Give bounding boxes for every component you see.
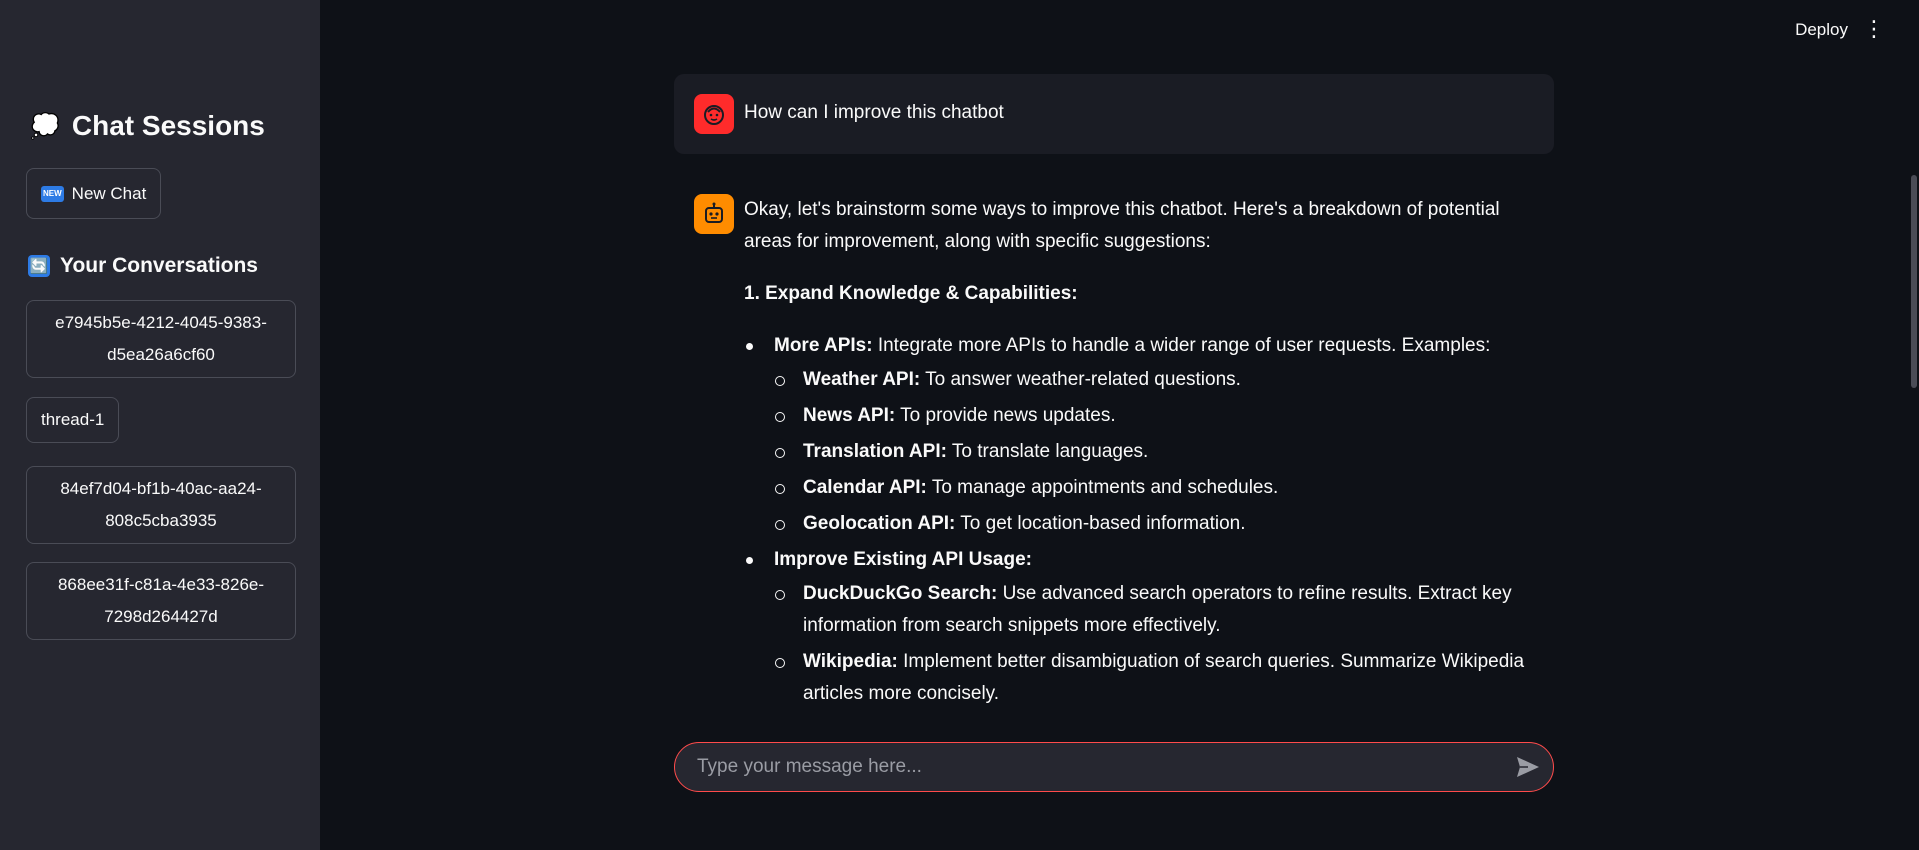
conversation-item[interactable]: thread-1 — [26, 397, 120, 443]
conversation-label: thread-1 — [41, 410, 105, 429]
conversation-label: 868ee31f-c81a-4e33-826e- 7298d264427d — [57, 575, 265, 626]
conversation-label: e7945b5e-4212-4045-9383- d5ea26a6cf60 — [55, 313, 267, 364]
assistant-intro: Okay, let's brainstorm some ways to impr… — [744, 199, 1500, 252]
list-item: Translation API: To translate languages. — [774, 436, 1544, 468]
sidebar-title-text: Chat Sessions — [71, 110, 265, 141]
list-item: DuckDuckGo Search: Use advanced search o… — [774, 578, 1544, 642]
list-item: Improve Existing API Usage: DuckDuckGo S… — [744, 544, 1544, 710]
sidebar-title: 💭 Chat Sessions — [30, 110, 265, 142]
user-avatar-icon — [694, 94, 734, 134]
sub-list: DuckDuckGo Search: Use advanced search o… — [774, 578, 1544, 710]
conversation-item[interactable]: e7945b5e-4212-4045-9383- d5ea26a6cf60 — [26, 300, 296, 378]
thought-bubble-icon: 💭 — [30, 112, 60, 140]
conversation-item[interactable]: 84ef7d04-bf1b-40ac-aa24- 808c5cba3935 — [26, 466, 296, 544]
send-icon[interactable] — [1515, 755, 1541, 779]
chat-input[interactable] — [697, 743, 1497, 790]
conversation-item[interactable]: 868ee31f-c81a-4e33-826e- 7298d264427d — [26, 562, 296, 640]
user-message: How can I improve this chatbot — [674, 74, 1554, 154]
chat-input-container — [674, 742, 1554, 792]
bot-avatar-icon — [694, 194, 734, 234]
user-message-text: How can I improve this chatbot — [744, 102, 1004, 123]
conversations-heading: 🔄 Your Conversations — [28, 254, 258, 278]
list-item: Weather API: To answer weather-related q… — [774, 364, 1544, 396]
conversations-heading-text: Your Conversations — [60, 254, 258, 277]
list-item: More APIs: Integrate more APIs to handle… — [744, 330, 1544, 540]
sub-list: Weather API: To answer weather-related q… — [774, 364, 1544, 540]
list-item: News API: To provide news updates. — [774, 400, 1544, 432]
section-heading: 1. Expand Knowledge & Capabilities: — [744, 283, 1078, 304]
sidebar: 💭 Chat Sessions NEW New Chat 🔄 Your Conv… — [0, 0, 320, 850]
new-icon: NEW — [41, 185, 64, 202]
list-item: Wikipedia: Implement better disambiguati… — [774, 646, 1544, 710]
conversation-label: 84ef7d04-bf1b-40ac-aa24- 808c5cba3935 — [60, 479, 262, 530]
assistant-message-body: Okay, let's brainstorm some ways to impr… — [744, 194, 1544, 714]
new-chat-label: New Chat — [71, 183, 147, 203]
deploy-button[interactable]: Deploy — [1795, 20, 1848, 40]
new-chat-button[interactable]: NEW New Chat — [26, 168, 162, 219]
list-item: Calendar API: To manage appointments and… — [774, 472, 1544, 504]
suggestion-list: More APIs: Integrate more APIs to handle… — [744, 330, 1544, 710]
scrollbar[interactable] — [1911, 175, 1917, 388]
list-item: Geolocation API: To get location-based i… — [774, 508, 1544, 540]
refresh-icon: 🔄 — [28, 255, 50, 277]
more-menu-icon[interactable]: ⋮ — [1863, 18, 1885, 40]
